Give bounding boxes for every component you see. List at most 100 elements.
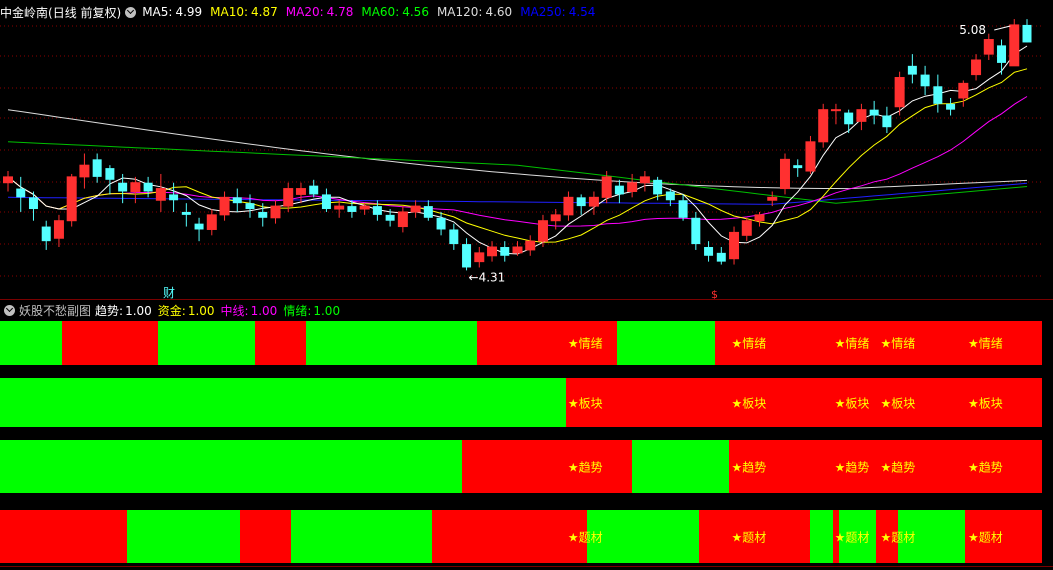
candle bbox=[537, 220, 548, 242]
candle bbox=[92, 159, 102, 177]
sub-label: 情绪: bbox=[283, 303, 312, 318]
candle bbox=[410, 205, 421, 213]
star-label: ★情绪 bbox=[834, 336, 870, 351]
band-segment-green bbox=[809, 510, 833, 563]
star-label: ★趋势 bbox=[968, 460, 1003, 474]
star-label: ★趋势 bbox=[880, 460, 916, 474]
candle bbox=[372, 206, 382, 215]
band-row-4: ★题材 ★题材 ★题材 ★题材 ★题材 bbox=[0, 510, 1042, 563]
candle bbox=[882, 115, 892, 128]
band-segment-green bbox=[290, 510, 433, 563]
star-label: ★题材 bbox=[834, 530, 870, 544]
candle bbox=[53, 220, 64, 239]
candle bbox=[869, 109, 879, 116]
candle bbox=[665, 191, 675, 201]
ma10-line bbox=[7, 68, 1028, 243]
candle bbox=[449, 229, 459, 245]
candle bbox=[512, 246, 523, 254]
candle bbox=[729, 231, 740, 260]
star-label: ★趋势 bbox=[834, 460, 870, 474]
sub-value: 1.00 bbox=[125, 303, 152, 318]
candle bbox=[347, 206, 357, 212]
candle bbox=[245, 203, 255, 210]
candle bbox=[436, 217, 446, 230]
ma-items: MA5: 4.99 MA10: 4.87 MA20: 4.78 MA60: 4.56 MA120… bbox=[142, 5, 603, 19]
star-label: ★板块 bbox=[968, 396, 1003, 410]
candle bbox=[155, 188, 166, 201]
chart-options-icon[interactable] bbox=[125, 6, 137, 18]
candle bbox=[639, 176, 650, 184]
candle bbox=[894, 77, 905, 108]
candle bbox=[206, 214, 217, 230]
sub-value: 1.00 bbox=[250, 303, 278, 318]
sub-label: 资金: bbox=[157, 303, 186, 318]
candle bbox=[474, 252, 485, 263]
candle bbox=[487, 246, 498, 257]
sub-chart-options-icon[interactable] bbox=[4, 304, 15, 316]
candle bbox=[704, 247, 714, 256]
sub-value: 1.00 bbox=[313, 303, 341, 318]
band-segment-green bbox=[0, 321, 62, 365]
band-segment-green bbox=[0, 440, 462, 493]
ma-legend: 中金岭南 (日线 前复权) MA5: 4.99 MA10: 4.87 MA20: 4.78… bbox=[0, 3, 609, 21]
sub-item: 趋势: 1.00 bbox=[95, 304, 152, 318]
candle bbox=[716, 252, 726, 262]
sub-item: 情绪: 1.00 bbox=[283, 304, 340, 318]
candle bbox=[16, 188, 26, 198]
ma-value: 4.99 bbox=[175, 5, 203, 19]
band-row-2: ★板块 ★板块 ★板块 ★板块 ★板块 bbox=[0, 378, 1042, 427]
candle bbox=[907, 65, 917, 75]
sub-chart-legend: 妖股不愁副图 趋势: 1.00 资金: 1.00 中线: 1.00 情绪: 1.00 bbox=[0, 302, 350, 318]
period-label: (日线 前复权) bbox=[48, 5, 122, 20]
candle bbox=[194, 223, 204, 230]
band-segment-red bbox=[61, 321, 159, 365]
band-row-1: ★情绪 ★情绪 ★情绪 ★情绪 ★情绪 bbox=[0, 321, 1042, 365]
finance-marker: 财 bbox=[163, 286, 175, 300]
candle bbox=[423, 206, 433, 218]
candle bbox=[818, 109, 829, 143]
candle bbox=[946, 103, 956, 110]
candle bbox=[334, 205, 345, 210]
candle bbox=[309, 185, 319, 195]
price-chart-canvas[interactable]: 5.08←4.31财 $ bbox=[0, 0, 1053, 300]
band-segment-green bbox=[306, 321, 478, 365]
candle bbox=[793, 165, 803, 169]
candle bbox=[920, 74, 930, 87]
star-label: ★趋势 bbox=[731, 460, 767, 474]
candle bbox=[653, 179, 663, 195]
candle bbox=[500, 247, 510, 256]
high-price-arrow bbox=[994, 25, 1011, 31]
high-price-label: 5.08 bbox=[959, 23, 986, 37]
ma-item: MA120: 4.60 bbox=[437, 5, 512, 19]
candle bbox=[143, 182, 153, 192]
candle bbox=[779, 158, 790, 190]
candle bbox=[219, 196, 230, 216]
band-row-3: ★趋势 ★趋势 ★趋势 ★趋势 ★趋势 bbox=[0, 440, 1042, 493]
candle bbox=[933, 86, 943, 104]
band-segment-red bbox=[0, 510, 128, 563]
band-segment-red bbox=[432, 510, 587, 563]
star-label: ★板块 bbox=[731, 396, 767, 410]
sub-label: 趋势: bbox=[95, 303, 124, 318]
band-segment-green bbox=[616, 321, 715, 365]
candle bbox=[830, 109, 841, 112]
price-chart[interactable]: 5.08 ←4.31 财 $ 中金岭南 (日线 前复权) MA5: 4.99 MA10: 4… bbox=[0, 0, 1053, 300]
candle bbox=[181, 211, 191, 215]
band-segment-green bbox=[586, 510, 700, 563]
candle bbox=[462, 244, 472, 268]
candle bbox=[359, 205, 370, 210]
band-segment-green bbox=[0, 378, 566, 427]
candle bbox=[105, 168, 115, 180]
candle bbox=[844, 112, 854, 125]
candle bbox=[983, 39, 994, 55]
sub-label: 中线: bbox=[220, 303, 249, 318]
star-label: ★趋势 bbox=[567, 460, 603, 474]
stock-name: 中金岭南 bbox=[0, 5, 49, 20]
candle bbox=[691, 217, 701, 245]
low-price-label: ←4.31 bbox=[469, 270, 506, 284]
candle bbox=[169, 194, 179, 201]
sub-value: 1.00 bbox=[187, 303, 215, 318]
band-segment-red bbox=[461, 440, 633, 493]
star-label: ★情绪 bbox=[968, 336, 1003, 351]
ma-label: MA60: bbox=[361, 5, 400, 19]
